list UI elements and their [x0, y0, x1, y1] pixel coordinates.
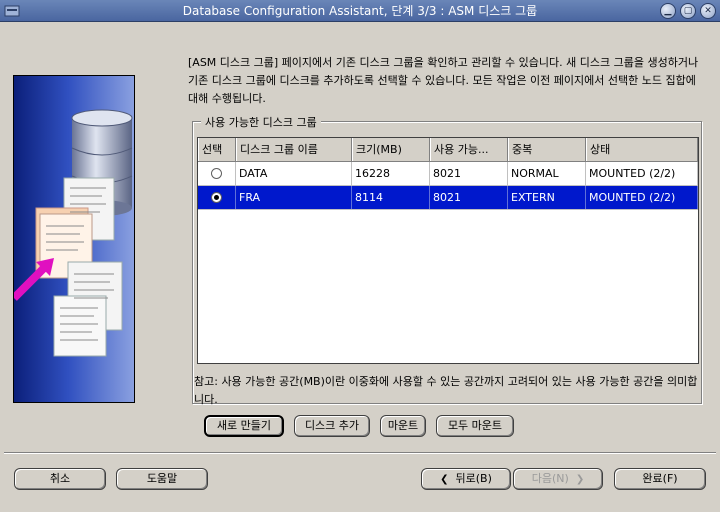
group-legend: 사용 가능한 디스크 그룹: [201, 114, 321, 130]
close-icon[interactable]: ✕: [700, 3, 716, 19]
table-row[interactable]: FRA 8114 8021 EXTERN MOUNTED (2/2): [198, 186, 698, 210]
mount-all-button[interactable]: 모두 마운트: [436, 415, 514, 437]
cell-state: MOUNTED (2/2): [586, 186, 698, 209]
note-text: 참고: 사용 가능한 공간(MB)이란 이중화에 사용할 수 있는 공간까지 고…: [194, 375, 698, 406]
disk-group-table: 선택 디스크 그룹 이름 크기(MB) 사용 가능... 중복 상태 DATA …: [197, 137, 699, 364]
column-header-free[interactable]: 사용 가능...: [430, 138, 508, 161]
finish-button[interactable]: 완료(F): [614, 468, 706, 490]
window-menu-icon[interactable]: [4, 3, 20, 19]
next-button[interactable]: 다음(N) ❯: [513, 468, 603, 490]
footer-separator: [4, 452, 716, 454]
window-title: Database Configuration Assistant, 단계 3/3…: [182, 4, 538, 18]
cell-free: 8021: [430, 162, 508, 185]
back-label: 뒤로(B): [455, 472, 492, 485]
maximize-icon[interactable]: ▢: [680, 3, 696, 19]
database-documents-image: [14, 109, 133, 357]
chevron-right-icon: ❯: [575, 474, 585, 485]
available-disk-groups-box: 사용 가능한 디스크 그룹 선택 디스크 그룹 이름 크기(MB) 사용 가능.…: [192, 114, 702, 404]
cell-free: 8021: [430, 186, 508, 209]
create-button[interactable]: 새로 만들기: [204, 415, 284, 437]
select-radio-fra[interactable]: [211, 192, 222, 203]
cell-redundancy: NORMAL: [508, 162, 586, 185]
title-bar: Database Configuration Assistant, 단계 3/3…: [0, 0, 720, 22]
help-button[interactable]: 도움말: [116, 468, 208, 490]
wizard-illustration: [13, 75, 135, 403]
cell-redundancy: EXTERN: [508, 186, 586, 209]
column-header-name[interactable]: 디스크 그룹 이름: [236, 138, 352, 161]
intro-text: [ASM 디스크 그룹] 페이지에서 기존 디스크 그룹을 확인하고 관리할 수…: [188, 56, 699, 105]
back-button[interactable]: ❮ 뒤로(B): [421, 468, 511, 490]
column-header-select[interactable]: 선택: [198, 138, 236, 161]
column-header-redundancy[interactable]: 중복: [508, 138, 586, 161]
minimize-icon[interactable]: ▁: [660, 3, 676, 19]
cell-size: 16228: [352, 162, 430, 185]
column-header-state[interactable]: 상태: [586, 138, 698, 161]
cell-state: MOUNTED (2/2): [586, 162, 698, 185]
mount-button[interactable]: 마운트: [380, 415, 426, 437]
cancel-button[interactable]: 취소: [14, 468, 106, 490]
add-disks-button[interactable]: 디스크 추가: [294, 415, 370, 437]
column-header-size[interactable]: 크기(MB): [352, 138, 430, 161]
table-header: 선택 디스크 그룹 이름 크기(MB) 사용 가능... 중복 상태: [198, 138, 698, 162]
chevron-left-icon: ❮: [440, 474, 449, 485]
cell-name: FRA: [236, 186, 352, 209]
cell-size: 8114: [352, 186, 430, 209]
cell-name: DATA: [236, 162, 352, 185]
next-label: 다음(N): [531, 472, 569, 485]
select-radio-data[interactable]: [211, 168, 222, 179]
table-row[interactable]: DATA 16228 8021 NORMAL MOUNTED (2/2): [198, 162, 698, 186]
